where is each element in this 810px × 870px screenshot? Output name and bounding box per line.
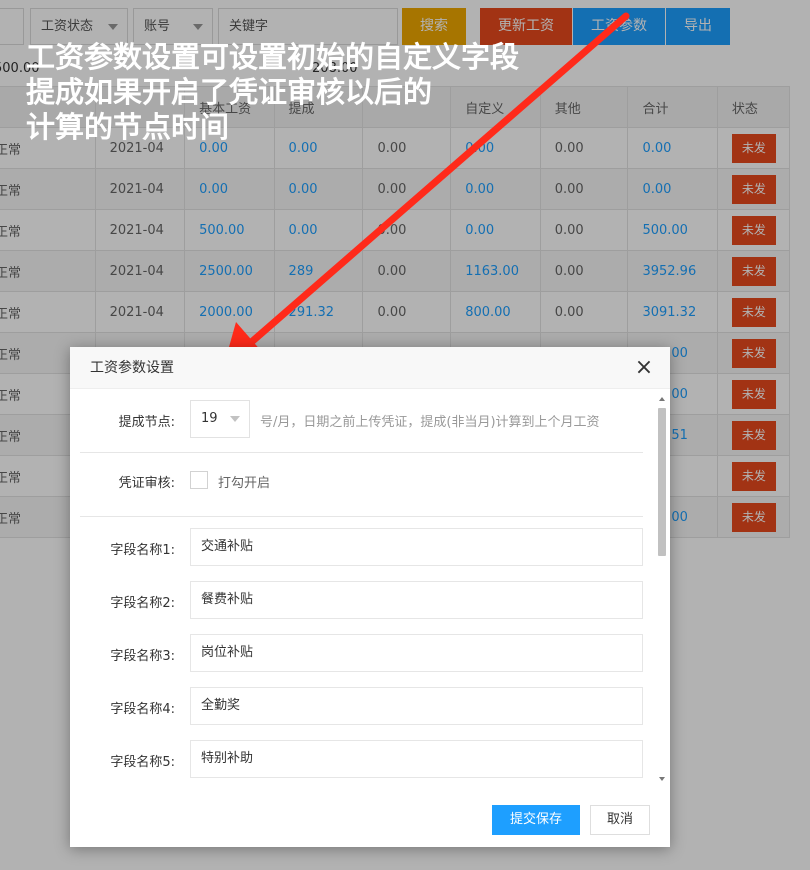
custom-field-input-1[interactable]: 交通补贴 <box>190 528 643 566</box>
annotation-line-3: 计算的节点时间 <box>26 110 230 144</box>
custom-field-label: 字段名称1: <box>110 543 175 558</box>
voucher-audit-row: 凭证审核: 打勾开启 <box>70 469 650 493</box>
commission-node-hint: 号/月，日期之前上传凭证，提成(非当月)计算到上个月工资 <box>260 415 600 430</box>
scrollbar-thumb[interactable] <box>658 408 666 556</box>
divider <box>80 452 643 453</box>
voucher-audit-text: 打勾开启 <box>218 476 271 491</box>
annotation-text: 工资参数设置可设置初始的自定义字段 提成如果开启了凭证审核以后的 计算的节点时间 <box>26 40 519 145</box>
annotation-line-2: 提成如果开启了凭证审核以后的 <box>26 75 433 109</box>
chevron-down-icon <box>230 416 240 422</box>
dialog-body[interactable]: 提成节点: 19 号/月，日期之前上传凭证，提成(非当月)计算到上个月工资 凭证… <box>70 389 670 789</box>
custom-field-label: 字段名称3: <box>110 649 175 664</box>
commission-node-label: 提成节点: <box>118 415 175 430</box>
commission-node-row: 提成节点: 19 号/月，日期之前上传凭证，提成(非当月)计算到上个月工资 <box>70 400 650 440</box>
annotation-line-1: 工资参数设置可设置初始的自定义字段 <box>26 40 520 74</box>
custom-field-row: 字段名称1: 交通补贴 <box>70 528 650 566</box>
custom-field-input-5[interactable]: 特别补助 <box>190 740 643 778</box>
custom-field-row: 字段名称5: 特别补助 <box>70 740 650 778</box>
cancel-button[interactable]: 取消 <box>590 805 650 835</box>
custom-field-row: 字段名称2: 餐费补贴 <box>70 581 650 619</box>
custom-field-label: 字段名称5: <box>110 755 175 770</box>
dialog-title: 工资参数设置 <box>90 360 174 376</box>
salary-params-dialog: 工资参数设置 × 提成节点: 19 号/月，日期之前上传凭证，提成(非当月)计算… <box>70 347 670 847</box>
voucher-audit-checkbox[interactable] <box>190 471 208 489</box>
dialog-footer: 提交保存 取消 <box>70 789 670 847</box>
custom-field-label: 字段名称2: <box>110 596 175 611</box>
custom-field-row: 字段名称4: 全勤奖 <box>70 687 650 725</box>
custom-field-label: 字段名称4: <box>110 702 175 717</box>
dialog-header: 工资参数设置 × <box>70 347 670 389</box>
custom-field-input-2[interactable]: 餐费补贴 <box>190 581 643 619</box>
custom-field-input-4[interactable]: 全勤奖 <box>190 687 643 725</box>
scroll-down-icon[interactable] <box>659 777 665 781</box>
close-icon[interactable]: × <box>632 356 656 380</box>
submit-save-button[interactable]: 提交保存 <box>492 805 580 835</box>
dialog-scrollbar[interactable] <box>656 393 668 785</box>
custom-field-input-3[interactable]: 岗位补贴 <box>190 634 643 672</box>
divider <box>80 516 643 517</box>
commission-node-value: 19 <box>201 411 218 426</box>
custom-field-row: 字段名称3: 岗位补贴 <box>70 634 650 672</box>
scroll-up-icon[interactable] <box>659 397 665 401</box>
commission-node-select[interactable]: 19 <box>190 400 250 438</box>
voucher-audit-label: 凭证审核: <box>118 476 175 491</box>
